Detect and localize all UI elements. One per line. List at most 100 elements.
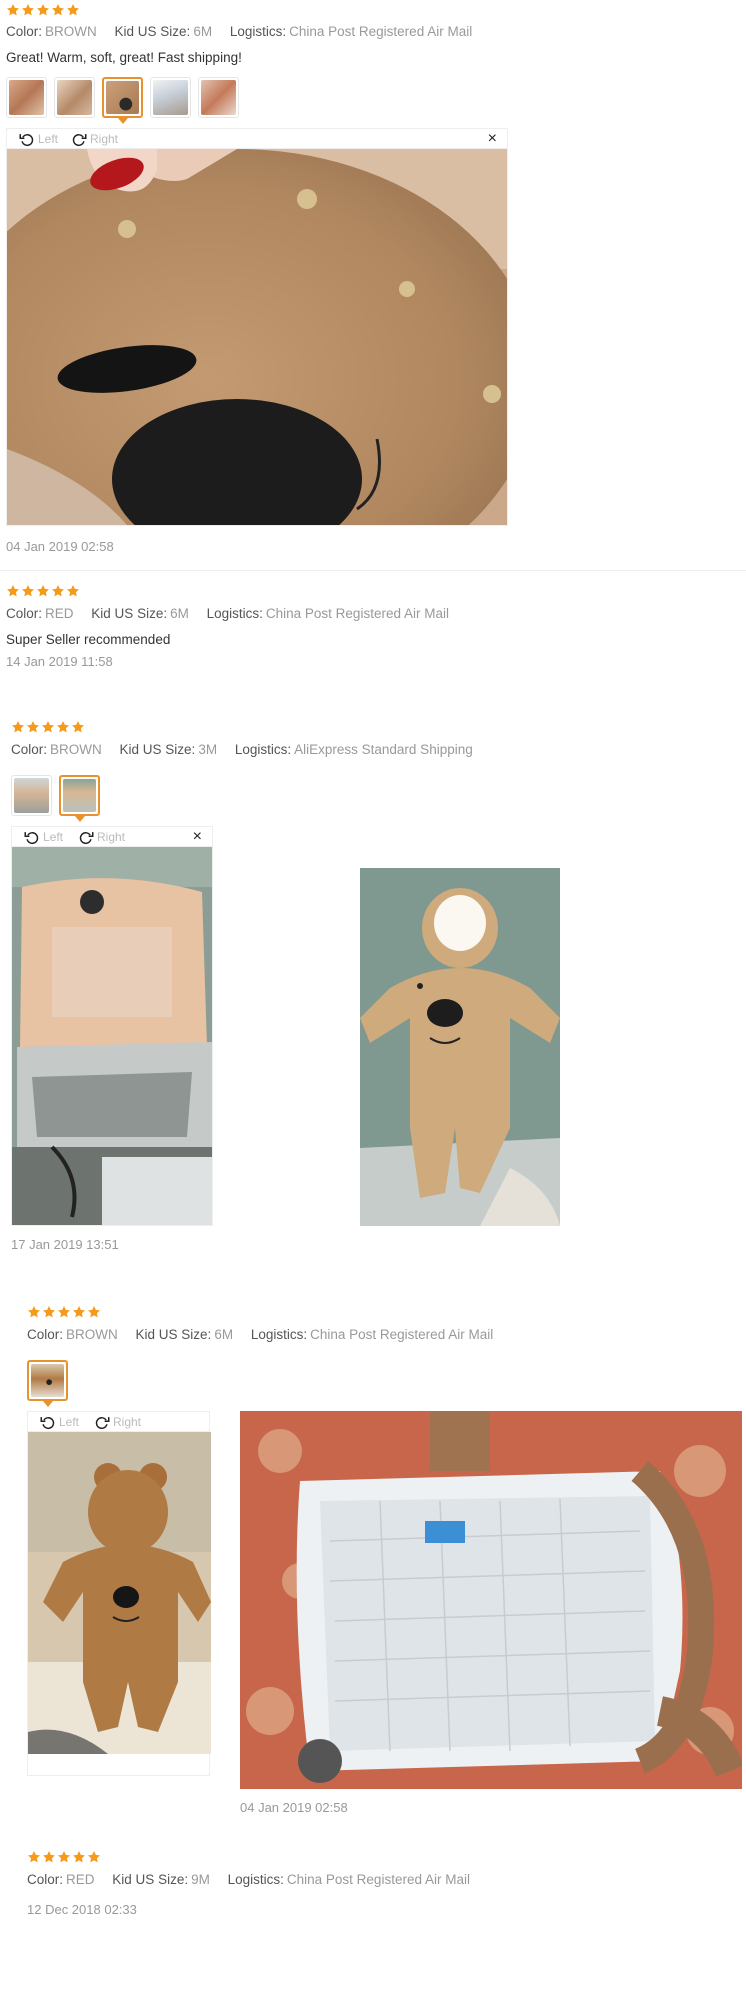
- photo-thumbnail[interactable]: [102, 77, 143, 124]
- rotate-right-button[interactable]: Right: [92, 1413, 141, 1431]
- rotate-right-label: Right: [90, 132, 119, 146]
- rotate-left-icon: [17, 130, 37, 148]
- color-label: Color:: [27, 1327, 64, 1342]
- rotate-right-button[interactable]: Right: [69, 130, 118, 148]
- rating-stars: [6, 3, 80, 17]
- order-properties: Color: BROWN Kid US Size: 6M Logistics: Chi…: [27, 1327, 507, 1342]
- rotate-right-icon: [92, 1413, 112, 1431]
- color-value: BROWN: [45, 24, 97, 39]
- logistics-value: AliExpress Standard Shipping: [294, 742, 473, 757]
- star-icon: [72, 1850, 86, 1864]
- star-icon: [66, 3, 80, 17]
- review-4: Color: BROWN Kid US Size: 6M Logistics: Chi…: [0, 1305, 746, 1825]
- size-value: 9M: [191, 1872, 210, 1887]
- size-label: Kid US Size:: [112, 1872, 189, 1887]
- rotate-right-button[interactable]: Right: [76, 828, 125, 846]
- color-value: RED: [45, 606, 74, 621]
- size-label: Kid US Size:: [91, 606, 168, 621]
- color-value: BROWN: [50, 742, 102, 757]
- star-icon: [42, 1305, 56, 1319]
- color-label: Color:: [11, 742, 48, 757]
- review-photo: [240, 1411, 742, 1789]
- photo-thumbnails: [6, 77, 239, 124]
- order-properties: Color: RED Kid US Size: 9M Logistics: China…: [27, 1872, 484, 1887]
- rating-stars: [27, 1850, 101, 1864]
- star-icon: [72, 1305, 86, 1319]
- photo-thumbnail[interactable]: [6, 77, 47, 118]
- star-icon: [57, 1305, 71, 1319]
- photo-viewer: Left Right: [27, 1411, 211, 1776]
- star-icon: [36, 3, 50, 17]
- photo-thumbnail[interactable]: [54, 77, 95, 118]
- logistics-label: Logistics:: [250, 1327, 308, 1342]
- review-divider: [0, 570, 746, 571]
- review-photo: [12, 847, 212, 1225]
- review-photo: [28, 1432, 211, 1754]
- rotate-right-label: Right: [97, 830, 126, 844]
- viewer-controls: Left Right ×: [12, 827, 212, 847]
- review-photo: [360, 868, 560, 1226]
- rotate-left-label: Left: [59, 1415, 80, 1429]
- review-date: 12 Dec 2018 02:33: [27, 1902, 137, 1917]
- star-icon: [36, 584, 50, 598]
- star-icon: [41, 720, 55, 734]
- logistics-label: Logistics:: [227, 1872, 284, 1887]
- rotate-left-button[interactable]: Left: [38, 1413, 79, 1431]
- photo-thumbnails: [27, 1360, 68, 1407]
- review-photo: [7, 149, 507, 525]
- size-value: 3M: [198, 742, 218, 757]
- order-properties: Color: BROWN Kid US Size: 6M Logistics: Chi…: [6, 24, 486, 39]
- star-icon: [6, 3, 20, 17]
- logistics-value: China Post Registered Air Mail: [286, 1872, 470, 1887]
- photo-thumbnail[interactable]: [11, 775, 52, 816]
- star-icon: [27, 1850, 41, 1864]
- photo-thumbnail[interactable]: [27, 1360, 68, 1407]
- close-icon[interactable]: ×: [193, 827, 202, 847]
- color-label: Color:: [6, 24, 43, 39]
- review-text: Great! Warm, soft, great! Fast shipping!: [6, 50, 242, 65]
- photo-thumbnail[interactable]: [150, 77, 191, 118]
- star-icon: [66, 584, 80, 598]
- color-label: Color:: [6, 606, 43, 621]
- star-icon: [87, 1850, 101, 1864]
- review-text: Super Seller recommended: [6, 632, 171, 647]
- review-date: 17 Jan 2019 13:51: [11, 1237, 119, 1252]
- photo-thumbnail[interactable]: [198, 77, 239, 118]
- rotate-left-label: Left: [38, 132, 59, 146]
- star-icon: [27, 1305, 41, 1319]
- star-icon: [26, 720, 40, 734]
- color-value: RED: [66, 1872, 95, 1887]
- size-value: 6M: [193, 24, 213, 39]
- review-date: 04 Jan 2019 02:58: [240, 1800, 348, 1815]
- photo-thumbnail[interactable]: [59, 775, 100, 822]
- rotate-left-icon: [38, 1413, 58, 1431]
- star-icon: [21, 3, 35, 17]
- star-icon: [42, 1850, 56, 1864]
- order-properties: Color: RED Kid US Size: 6M Logistics: China…: [6, 606, 463, 621]
- star-icon: [21, 584, 35, 598]
- rotate-left-button[interactable]: Left: [22, 828, 63, 846]
- star-icon: [6, 584, 20, 598]
- size-label: Kid US Size:: [119, 742, 196, 757]
- rotate-right-icon: [76, 828, 96, 846]
- order-properties: Color: BROWN Kid US Size: 3M Logistics: Ali…: [11, 742, 487, 757]
- logistics-value: China Post Registered Air Mail: [265, 606, 449, 621]
- photo-viewer: Left Right ×: [6, 128, 508, 526]
- size-label: Kid US Size:: [135, 1327, 212, 1342]
- close-icon[interactable]: ×: [488, 129, 497, 149]
- star-icon: [57, 1850, 71, 1864]
- star-icon: [51, 584, 65, 598]
- logistics-value: China Post Registered Air Mail: [310, 1327, 494, 1342]
- rotate-left-icon: [22, 828, 42, 846]
- size-value: 6M: [214, 1327, 234, 1342]
- rotate-right-label: Right: [113, 1415, 142, 1429]
- color-label: Color:: [27, 1872, 64, 1887]
- review-date: 14 Jan 2019 11:58: [6, 654, 113, 669]
- review-1: Color: BROWN Kid US Size: 6M Logistics: Chi…: [0, 0, 746, 570]
- logistics-label: Logistics:: [229, 24, 287, 39]
- star-icon: [71, 720, 85, 734]
- star-icon: [56, 720, 70, 734]
- rotate-left-button[interactable]: Left: [17, 130, 58, 148]
- rating-stars: [27, 1305, 101, 1319]
- size-label: Kid US Size:: [114, 24, 191, 39]
